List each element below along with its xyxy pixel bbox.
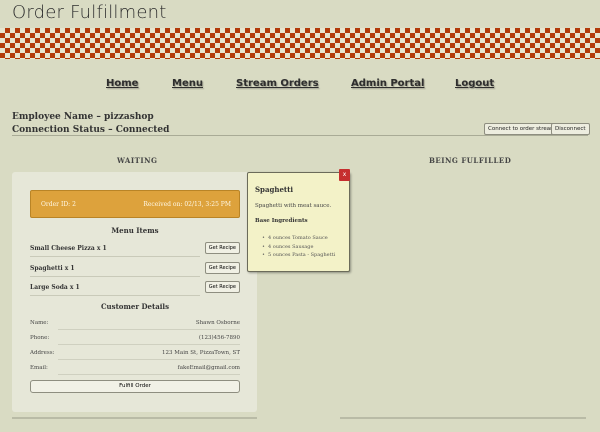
menu-items-title: Menu Items (111, 226, 159, 235)
page-title: Order Fulfillment (12, 2, 167, 23)
nav-admin-portal[interactable]: Admin Portal (351, 78, 424, 89)
row-underline (58, 359, 240, 360)
customer-label: Address: (30, 350, 55, 356)
item-underline (30, 276, 200, 277)
customer-value: Shawn Osborne (195, 320, 240, 326)
checkered-banner (0, 28, 600, 59)
list-item: Spaghetti x 1 Get Recipe (30, 262, 240, 277)
get-recipe-button[interactable]: Get Recipe (204, 242, 240, 254)
customer-label: Name: (30, 320, 49, 326)
divider (12, 135, 588, 136)
waiting-column-base (12, 417, 257, 419)
connect-button[interactable]: Connect to order stream (484, 123, 560, 135)
nav-home[interactable]: Home (106, 78, 138, 89)
customer-value: fakeEmail@gmail.com (177, 365, 240, 371)
list-item: Large Soda x 1 Get Recipe (30, 281, 240, 296)
item-underline (30, 295, 200, 296)
waiting-column-heading: WAITING (117, 156, 158, 165)
main-nav: Home Menu Stream Orders Admin Portal Log… (0, 78, 600, 94)
employee-name: Employee Name – pizzashop (12, 112, 154, 122)
customer-row: Name: Shawn Osborne (30, 318, 240, 331)
item-underline (30, 256, 200, 257)
get-recipe-button[interactable]: Get Recipe (204, 281, 240, 293)
ingredient-item: 4 ounces Tomato Sauce (262, 234, 335, 243)
customer-label: Email: (30, 365, 48, 371)
list-item: Small Cheese Pizza x 1 Get Recipe (30, 242, 240, 257)
get-recipe-button[interactable]: Get Recipe (204, 262, 240, 274)
item-name: Spaghetti x 1 (30, 265, 75, 272)
customer-value: (123)456-7890 (198, 335, 240, 341)
customer-row: Address: 123 Main St, PizzaTown, ST (30, 348, 240, 361)
customer-value: 123 Main St, PizzaTown, ST (162, 350, 240, 356)
recipe-title: Spaghetti (255, 185, 294, 194)
employee-info: Employee Name – pizzashop Connection Sta… (12, 111, 169, 137)
nav-stream-orders[interactable]: Stream Orders (236, 78, 319, 89)
customer-row: Phone: (123)456-7890 (30, 333, 240, 346)
order-received-time: Received on: 02/13, 3:25 PM (143, 201, 231, 208)
ingredient-item: 4 ounces Sausage (262, 243, 335, 252)
customer-label: Phone: (30, 335, 50, 341)
fulfilled-column-base (340, 417, 586, 419)
recipe-description: Spaghetti with meat sauce. (255, 203, 332, 209)
disconnect-button[interactable]: Disconnect (551, 123, 590, 135)
customer-row: Email: fakeEmail@gmail.com (30, 363, 240, 376)
ingredient-item: 5 ounces Pasta - Spaghetti (262, 251, 335, 260)
fulfill-order-button[interactable]: Fulfill Order (30, 380, 240, 393)
ingredients-heading: Base Ingredients (255, 218, 308, 224)
item-name: Large Soda x 1 (30, 284, 80, 291)
order-id: Order ID: 2 (41, 201, 76, 208)
ingredients-list: 4 ounces Tomato Sauce 4 ounces Sausage 5… (262, 234, 335, 260)
item-name: Small Cheese Pizza x 1 (30, 245, 107, 252)
row-underline (58, 329, 240, 330)
row-underline (58, 374, 240, 375)
recipe-popup: x Spaghetti Spaghetti with meat sauce. B… (247, 169, 350, 272)
nav-logout[interactable]: Logout (455, 78, 494, 89)
order-header[interactable]: Order ID: 2 Received on: 02/13, 3:25 PM (30, 190, 240, 218)
customer-details-title: Customer Details (100, 302, 170, 311)
fulfilled-column-heading: BEING FULFILLED (429, 156, 512, 165)
row-underline (58, 344, 240, 345)
close-icon[interactable]: x (339, 169, 350, 181)
nav-menu[interactable]: Menu (172, 78, 203, 89)
